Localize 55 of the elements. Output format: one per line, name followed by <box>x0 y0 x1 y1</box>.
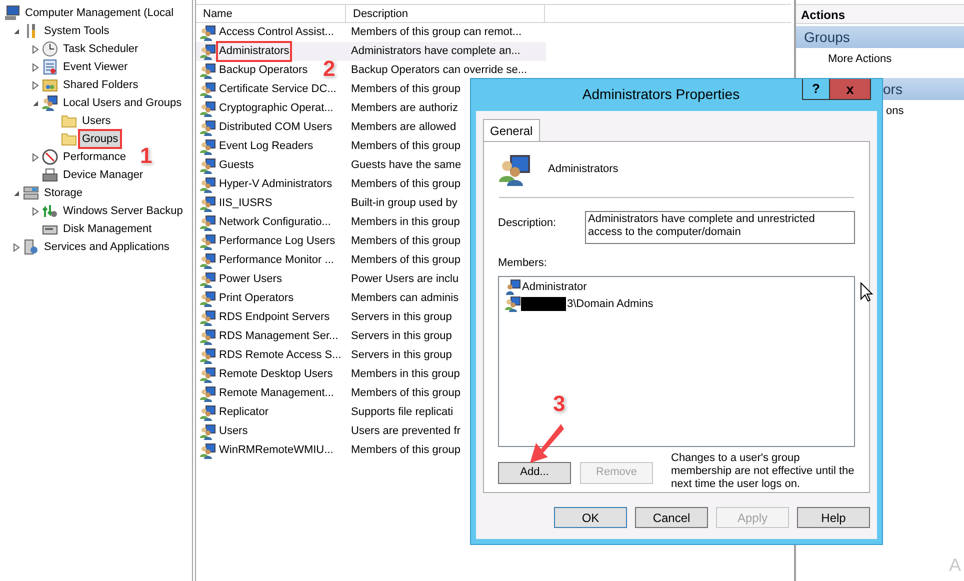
group-description: Members of this group <box>351 139 460 154</box>
group-name: Replicator <box>218 405 270 420</box>
group-name: RDS Management Ser... <box>218 329 340 344</box>
group-name: Power Users <box>218 272 283 288</box>
group-name: Event Log Readers <box>218 139 314 154</box>
step-number: 3 <box>553 393 566 415</box>
group-name: Access Control Assist... <box>218 25 335 40</box>
group-name: Guests <box>218 158 255 174</box>
group-description: Members are allowed <box>351 120 456 136</box>
group-name: WinRMRemoteWMIU... <box>218 443 334 458</box>
group-description: Servers in this group <box>351 310 452 326</box>
membership-note: Changes to a user's group membership are not effective until the next time the user logs on. <box>671 452 855 490</box>
group-name: RDS Endpoint Servers <box>218 310 331 326</box>
group-description: Backup Operators can override se... <box>351 63 528 78</box>
group-name: Certificate Service DC... <box>218 82 338 98</box>
group-description: Members of this group <box>351 386 460 402</box>
group-name: Distributed COM Users <box>218 120 334 136</box>
group-name: Administrators <box>218 43 290 60</box>
group-name: Network Configuratio... <box>218 215 332 230</box>
group-description: Members can adminis <box>351 291 459 306</box>
description-label: Description: <box>498 216 558 231</box>
group-description: Members are authoriz <box>351 101 458 116</box>
group-description: Users are prevented fr <box>351 424 460 440</box>
group-description: Supports file replicati <box>351 405 454 420</box>
actions-header: Actions <box>796 4 964 24</box>
step-number: 2 <box>323 58 336 80</box>
step-number: 1 <box>140 145 152 167</box>
group-name: Hyper-V Administrators <box>218 177 334 192</box>
group-description: Administrators have complete an... <box>351 44 520 60</box>
group-description: Members of this group <box>351 443 460 458</box>
group-name: Print Operators <box>218 291 295 306</box>
group-description: Members in this group <box>351 215 460 230</box>
group-name: IIS_IUSRS <box>218 196 274 212</box>
group-name: Performance Monitor ... <box>218 253 335 268</box>
group-name: Backup Operators <box>218 63 309 78</box>
group-name: Remote Management... <box>218 386 335 402</box>
group-description: Servers in this group <box>351 329 452 344</box>
group-description: Members of this group <box>351 177 460 192</box>
group-description: Servers in this group <box>351 348 452 364</box>
group-name: RDS Remote Access S... <box>218 348 342 364</box>
group-description: Power Users are inclu <box>351 272 459 288</box>
dialog-title: Administrators Properties <box>581 85 741 104</box>
group-description: Members of this group <box>351 82 460 98</box>
group-description: Members in this group <box>351 367 460 382</box>
group-description: Members of this group <box>351 253 460 268</box>
group-name-label: Administrators <box>548 162 618 178</box>
members-label: Members: <box>498 256 548 271</box>
group-description: Built-in group used by <box>351 196 458 212</box>
group-name: Remote Desktop Users <box>218 367 334 382</box>
group-description: Guests have the same <box>351 158 462 174</box>
group-description: Members of this group <box>351 234 460 250</box>
group-name: Performance Log Users <box>218 234 336 250</box>
group-description: Members of this group can remot... <box>351 25 522 40</box>
group-name: Cryptographic Operat... <box>218 101 334 116</box>
group-name: Users <box>218 424 249 440</box>
